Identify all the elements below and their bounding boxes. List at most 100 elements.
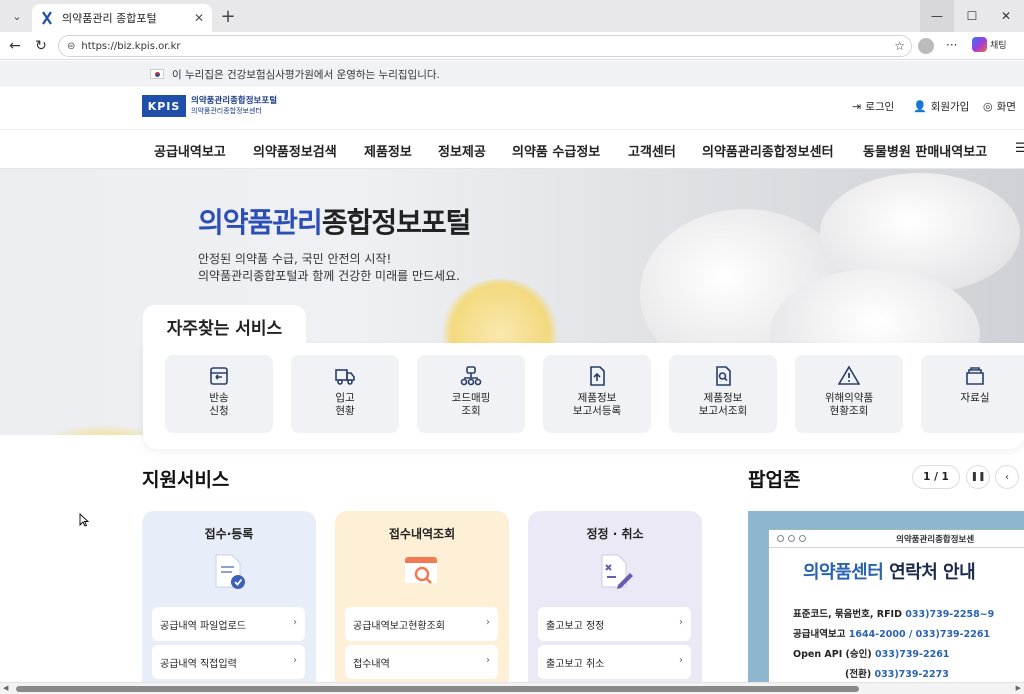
window-close-icon[interactable]: ✕ [989,0,1023,32]
login-label: 로그인 [865,101,895,113]
contact-label: Open API (승인) [793,649,876,660]
chevron-right-icon: › [293,617,297,628]
poster-contact-line: (전환) 033)739-2273 [845,666,949,680]
main-navigation: 공급내역보고 의약품정보검색 제품정보 정보제공 의약품 수급정보 고객센터 의… [0,129,1024,169]
quick-item-hazard-drug[interactable]: 위해의약품 현황조회 [795,355,903,433]
hero-subtitle-line1: 안정된 의약품 수급, 국민 안전의 시작! [198,252,392,266]
address-bar-row: ← ↻ ⊜ https://biz.kpis.or.kr ☆ ··· 채팅 [0,32,1024,60]
refresh-icon[interactable]: ↻ [32,37,50,55]
page-viewport: 이 누리집은 건강보험심사평가원에서 운영하는 누리집입니다. KPIS 의약품… [0,61,1024,682]
quick-item-label: 제품정보 보고서조회 [698,392,748,417]
support-link-label: 공급내역 직접입력 [160,658,237,670]
quick-item-label: 자료실 [960,392,990,404]
support-link-label: 공급내역보고현황조회 [353,620,445,632]
poster-contact-line: 표준코드, 묶음번호, RFID 033)739-2258~9 [793,606,994,620]
sitemap-label: 화면 [996,101,1016,113]
support-link-report-status[interactable]: 공급내역보고현황조회 › [345,607,498,641]
more-options-icon[interactable]: ··· [946,38,957,52]
archive-icon [966,367,984,385]
signup-label: 회원가입 [930,101,970,113]
support-link-receipt-list[interactable]: 접수내역 › [345,645,498,679]
chevron-right-icon: › [293,655,297,666]
quick-item-incoming[interactable]: 입고 현황 [291,355,399,433]
support-link-label: 접수내역 [353,658,390,670]
quick-item-label: 위해의약품 현황조회 [824,392,874,417]
document-edit-icon [601,554,633,589]
favorite-star-icon[interactable]: ☆ [894,39,905,53]
signup-link[interactable]: 👤 회원가입 [913,99,969,114]
truck-icon [335,369,355,385]
logo-title: 의약품관리종합정보포털 [191,96,278,106]
quick-item-product-register[interactable]: 제품정보 보고서등록 [543,355,651,433]
poster-window-bar: 의약품관리종합정보센 [769,530,1024,548]
nav-item-product-info[interactable]: 제품정보 [364,141,412,160]
contact-label: 표준코드, 묶음번호, RFID [793,609,906,620]
return-box-icon [210,367,228,385]
scrollbar-thumb[interactable] [16,686,859,692]
quick-item-code-mapping[interactable]: 코드매핑 조회 [417,355,525,433]
tab-list-chevron-icon[interactable]: ⌄ [6,6,28,26]
url-field[interactable]: ⊜ https://biz.kpis.or.kr ☆ [58,35,912,57]
popup-pager: 1 / 1 [912,465,960,489]
support-link-correct[interactable]: 출고보고 정정 › [538,607,691,641]
scroll-left-arrow-icon[interactable]: ◀ [3,684,8,692]
support-link-direct-input[interactable]: 공급내역 직접입력 › [152,645,305,679]
support-link-cancel[interactable]: 출고보고 취소 › [538,645,691,679]
browser-titlebar: ⌄ 의약품관리 종합포털 ✕ + — ☐ ✕ [0,0,1024,32]
korea-flag-icon [150,69,164,79]
quick-item-return[interactable]: 반송 신청 [165,355,273,433]
login-link[interactable]: ⇥ 로그인 [852,99,894,114]
support-card-title: 접수·등록 [204,527,254,541]
kpis-logo-mark: KPIS [142,95,186,117]
quick-item-product-search[interactable]: 제품정보 보고서조회 [669,355,777,433]
poster-window: 의약품관리종합정보센 의약품센터 연락처 안내 표준코드, 묶음번호, RFID… [768,529,1024,682]
quick-service-panel: 반송 신청 입고 현황 코드매핑 조회 제품정보 보고서등록 제품정보 보고서조… [143,343,1024,449]
sitemap-link[interactable]: ◎ 화면 [983,99,1016,114]
poster-window-title: 의약품관리종합정보센 [896,534,975,545]
copilot-button[interactable]: 채팅 [972,37,1007,52]
hero-title-highlight: 의약품관리 [198,206,323,239]
window-minimize-icon[interactable]: — [920,0,954,32]
user-plus-icon: 👤 [913,100,927,113]
horizontal-scrollbar[interactable]: ◀ ▶ [0,682,1024,694]
new-tab-plus-icon[interactable]: + [218,6,238,27]
nav-all-menu-icon[interactable]: ☰ [1015,141,1024,156]
site-logo[interactable]: KPIS 의약품관리종합정보포털 의약품관리종합정보센터 [142,95,277,117]
logo-subtitle: 의약품관리종합정보센터 [191,107,262,115]
tab-close-icon[interactable]: ✕ [194,11,204,25]
support-link-label: 공급내역 파일업로드 [160,620,246,632]
site-header: KPIS 의약품관리종합정보포털 의약품관리종합정보센터 ⇥ 로그인 👤 회원가… [0,87,1024,129]
nav-item-vet-report[interactable]: 동물병원 판매내역보고 [863,141,987,160]
popup-poster[interactable]: 의약품관리종합정보센 의약품센터 연락처 안내 표준코드, 묶음번호, RFID… [748,511,1024,682]
quick-item-label: 코드매핑 조회 [451,392,491,417]
nav-item-drug-search[interactable]: 의약품정보검색 [253,141,337,160]
nav-item-customer-center[interactable]: 고객센터 [628,141,676,160]
nav-item-info-provision[interactable]: 정보제공 [438,141,486,160]
contact-label: 공급내역보고 [793,629,849,640]
support-section-title: 지원서비스 [142,469,230,491]
quick-service-title: 자주찾는 서비스 [143,305,306,347]
hero-subtitle-line2: 의약품관리종합포털과 함께 건강한 미래를 만드세요. [198,269,460,283]
window-maximize-icon[interactable]: ☐ [955,0,989,32]
nav-item-supply-info[interactable]: 의약품 수급정보 [512,141,600,160]
chevron-left-icon[interactable]: ‹ [995,465,1019,489]
quick-item-label: 입고 현황 [335,392,355,417]
upload-document-icon [590,366,605,386]
chevron-right-icon: › [679,617,683,628]
browser-tab[interactable]: 의약품관리 종합포털 ✕ [32,4,212,32]
nav-item-center[interactable]: 의약품관리종합정보센터 [702,141,834,160]
scroll-right-arrow-icon[interactable]: ▶ [1016,684,1021,692]
quick-item-archive[interactable]: 자료실 [921,355,1024,433]
gov-notice-bar: 이 누리집은 건강보험심사평가원에서 운영하는 누리집입니다. [0,61,1024,87]
window-dots-icon [777,535,806,542]
chevron-right-icon: › [486,655,490,666]
site-info-icon[interactable]: ⊜ [67,41,75,52]
back-arrow-icon[interactable]: ← [6,37,24,55]
quick-item-label: 제품정보 보고서등록 [572,392,622,417]
support-link-file-upload[interactable]: 공급내역 파일업로드 › [152,607,305,641]
nav-item-supply-report[interactable]: 공급내역보고 [154,141,226,160]
pause-icon[interactable]: ❚❚ [966,465,990,489]
hero-title-rest: 종합정보포털 [321,206,472,239]
chevron-right-icon: › [679,655,683,666]
profile-avatar-icon[interactable] [918,38,934,54]
